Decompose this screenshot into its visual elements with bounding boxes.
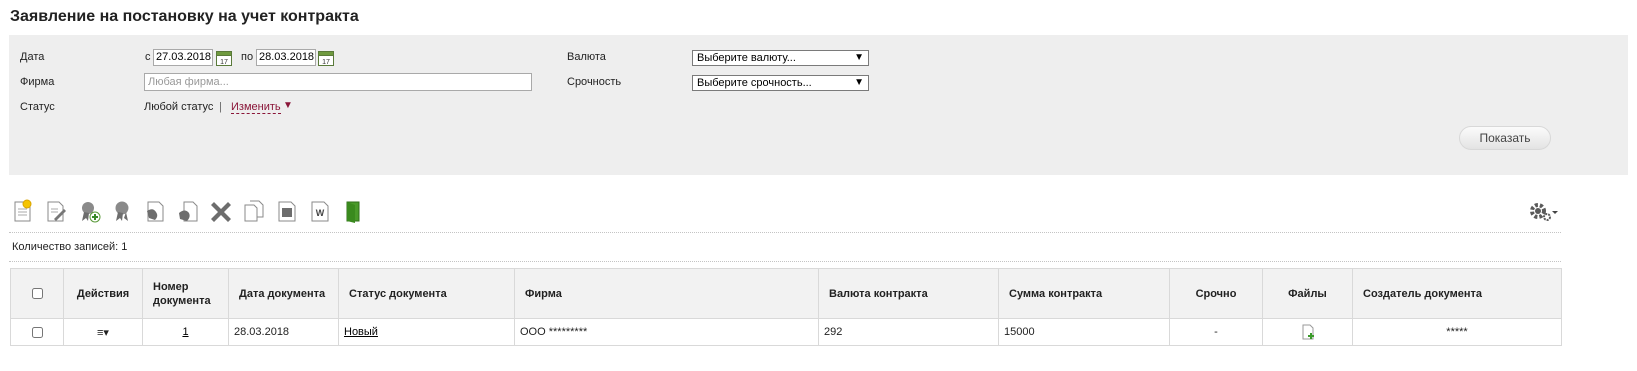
attach-file-icon[interactable] [1300,324,1316,340]
show-button[interactable]: Показать [1459,126,1551,150]
column-header-status[interactable]: Статус документа [338,268,515,319]
status-value: Любой статус [144,101,214,113]
page-title: Заявление на постановку на учет контракт… [10,8,359,25]
svg-text:17: 17 [322,59,330,66]
chevron-down-icon: ▼ [854,52,864,63]
currency-label: Валюта [567,51,606,63]
status-link[interactable]: Новый [344,326,378,338]
status-label: Статус [20,101,55,113]
status-change-link[interactable]: Изменить [231,101,281,114]
add-certificate-icon[interactable] [77,199,101,223]
records-count: Количество записей: 1 [12,241,128,253]
column-header-amount[interactable]: Сумма контракта [998,268,1170,319]
divider [9,232,1561,233]
settings-gear-icon[interactable] [1527,200,1563,224]
currency-select-value: Выберите валюту... [697,52,796,64]
column-header-files[interactable]: Файлы [1262,268,1353,319]
new-document-icon[interactable] [11,199,35,223]
divider [9,261,1561,262]
select-all-cell [10,268,64,319]
doc-number-link[interactable]: 1 [182,326,188,338]
sign-hand-icon[interactable] [176,199,200,223]
date-label: Дата [20,51,45,63]
svg-text:W: W [316,208,325,218]
date-to-input[interactable]: 28.03.2018 [256,49,316,66]
documents-table: Действия Номер документа Дата документа … [10,268,1562,346]
calendar-icon[interactable]: 17 [216,50,232,66]
row-actions-menu[interactable]: ≡▾ [63,318,143,346]
sign-document-icon[interactable] [143,199,167,223]
certificate-icon[interactable] [110,199,134,223]
column-header-urgent[interactable]: Срочно [1169,268,1263,319]
calendar-icon[interactable]: 17 [318,50,334,66]
chevron-down-icon: ▼ [854,77,864,88]
select-all-checkbox[interactable] [31,288,43,300]
row-checkbox[interactable] [31,326,43,338]
edit-document-icon[interactable] [44,199,68,223]
copy-icon[interactable] [242,199,266,223]
column-header-doc-number[interactable]: Номер документа [142,268,229,319]
column-header-currency[interactable]: Валюта контракта [818,268,999,319]
row-creator: ***** [1352,318,1562,346]
urgency-select-value: Выберите срочность... [697,77,812,89]
column-header-actions[interactable]: Действия [63,268,143,319]
row-currency: 292 [818,318,999,346]
row-firm: ООО ********* [514,318,819,346]
row-amount: 15000 [998,318,1170,346]
firm-input[interactable] [144,73,532,91]
currency-select[interactable]: Выберите валюту... ▼ [692,50,869,66]
column-header-firm[interactable]: Фирма [514,268,819,319]
print-icon[interactable] [275,199,299,223]
svg-text:17: 17 [220,59,228,66]
date-from-prefix: с [145,51,151,63]
status-separator: | [219,101,222,113]
row-urgent: - [1169,318,1263,346]
row-select-cell [10,318,64,346]
delete-icon[interactable] [209,199,233,223]
column-header-doc-date[interactable]: Дата документа [228,268,339,319]
caret-down-icon[interactable]: ▼ [283,100,293,111]
urgency-label: Срочность [567,76,622,88]
urgency-select[interactable]: Выберите срочность... ▼ [692,75,869,91]
row-doc-date: 28.03.2018 [228,318,339,346]
row-status[interactable]: Новый [338,318,515,346]
exit-icon[interactable] [341,199,365,223]
actions-menu-icon[interactable]: ≡▾ [97,327,109,339]
table-row[interactable]: ≡▾ 1 28.03.2018 Новый ООО ********* 292 … [10,318,1562,346]
export-word-icon[interactable]: W [308,199,332,223]
date-to-prefix: по [241,51,254,63]
column-header-creator[interactable]: Создатель документа [1352,268,1562,319]
row-doc-number[interactable]: 1 [142,318,229,346]
firm-label: Фирма [20,76,55,88]
table-header-row: Действия Номер документа Дата документа … [10,268,1562,319]
row-files[interactable] [1262,318,1353,346]
date-from-input[interactable]: 27.03.2018 [153,49,213,66]
